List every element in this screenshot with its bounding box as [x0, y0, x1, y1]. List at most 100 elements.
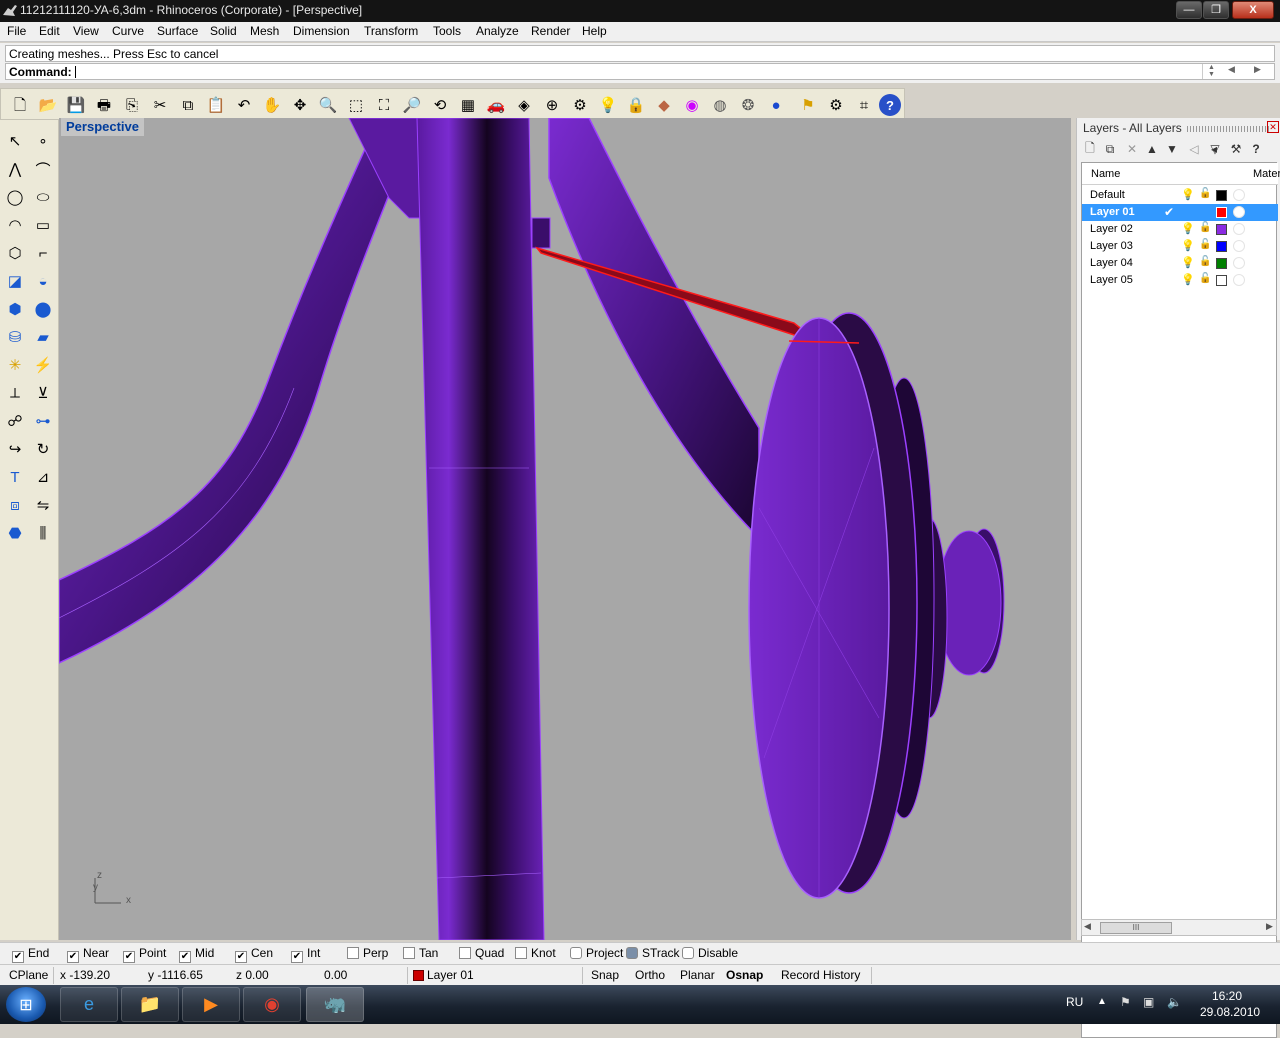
layer-row[interactable]: Default 💡 🔓: [1082, 187, 1278, 204]
mirror-icon[interactable]: ⇋: [31, 493, 55, 517]
boolean-union-icon[interactable]: ⬤: [31, 297, 55, 321]
properties-icon[interactable]: ⚙: [569, 94, 591, 116]
move-parent-icon[interactable]: ◁: [1185, 140, 1203, 158]
perspective-viewport[interactable]: Perspective z y x: [59, 118, 1071, 940]
render-cube-icon[interactable]: ⬣: [3, 521, 27, 545]
paste-icon[interactable]: 📋: [205, 94, 227, 116]
print-icon[interactable]: 🖶: [93, 94, 115, 116]
osnap-int[interactable]: ✔ Int: [291, 946, 320, 963]
open-file-icon[interactable]: 📂: [37, 94, 59, 116]
layer-color-swatch[interactable]: [1216, 207, 1227, 218]
menu-help[interactable]: Help: [582, 24, 607, 38]
layer-color-swatch[interactable]: [1216, 258, 1227, 269]
scroll-left-icon[interactable]: ◀: [1084, 921, 1091, 932]
curve-icon[interactable]: ⌒: [31, 157, 55, 181]
delete-layer-icon[interactable]: ✕: [1123, 140, 1141, 158]
chrome-icon[interactable]: ◉: [243, 987, 301, 1022]
point-icon[interactable]: ∘: [31, 129, 55, 153]
zoom-selected-icon[interactable]: 🔎: [401, 94, 423, 116]
rectangle-icon[interactable]: ▭: [31, 213, 55, 237]
layers-icon[interactable]: ◆: [653, 94, 675, 116]
menu-edit[interactable]: Edit: [39, 24, 60, 38]
scroll-right-icon[interactable]: ▶: [1266, 921, 1273, 932]
menu-tools[interactable]: Tools: [433, 24, 461, 38]
copy-icon[interactable]: ⧉: [177, 94, 199, 116]
osnap-cen[interactable]: ✔ Cen: [235, 946, 273, 963]
new-sublayer-icon[interactable]: ⧉: [1101, 140, 1119, 158]
command-spin-arrows[interactable]: ▲ ▼: [1202, 64, 1220, 79]
import-icon[interactable]: ⎘: [121, 94, 143, 116]
planar-toggle[interactable]: Planar: [680, 968, 715, 982]
menu-dimension[interactable]: Dimension: [293, 24, 350, 38]
unlock-icon[interactable]: 🔓: [1199, 239, 1211, 250]
current-layer-name[interactable]: Layer 01: [427, 968, 474, 982]
trim-icon[interactable]: ⟂: [3, 381, 27, 405]
lock-icon[interactable]: 🔒: [625, 94, 647, 116]
material-icon[interactable]: [1233, 257, 1245, 269]
layer-tools-icon[interactable]: ⚒: [1227, 140, 1245, 158]
menu-analyze[interactable]: Analyze: [476, 24, 519, 38]
ellipse-icon[interactable]: ⬭: [31, 185, 55, 209]
rotate-icon[interactable]: ↻: [31, 437, 55, 461]
unlock-icon[interactable]: 🔓: [1199, 222, 1211, 233]
osnap-quad[interactable]: Quad: [459, 946, 504, 962]
osnap-project[interactable]: Project: [570, 946, 623, 962]
explorer-folder-icon[interactable]: 📁: [121, 987, 179, 1022]
menu-transform[interactable]: Transform: [364, 24, 418, 38]
command-next-icon[interactable]: ▶: [1254, 64, 1261, 75]
menu-render[interactable]: Render: [531, 24, 570, 38]
grid-plane-icon[interactable]: ◈: [513, 94, 535, 116]
layer-row[interactable]: Layer 05 💡 🔓: [1082, 272, 1278, 289]
block-icon[interactable]: ⧈: [3, 493, 27, 517]
material-icon[interactable]: [1233, 240, 1245, 252]
circle-icon[interactable]: ◯: [3, 185, 27, 209]
panel-close-icon[interactable]: ✕: [1267, 121, 1279, 133]
osnap-knot[interactable]: Knot: [515, 946, 556, 962]
material-icon[interactable]: [1233, 274, 1245, 286]
split-icon[interactable]: ⚡: [31, 353, 55, 377]
light-bulb-icon[interactable]: 💡: [1181, 188, 1195, 201]
polygon-icon[interactable]: ⬡: [3, 241, 27, 265]
osnap-tan[interactable]: Tan: [403, 946, 438, 962]
move-down-icon[interactable]: ▼: [1163, 140, 1181, 158]
osnap-point[interactable]: ✔ Point: [123, 946, 166, 963]
toolbar-layout-icon[interactable]: ⌗: [853, 94, 875, 116]
shaded-sphere-icon[interactable]: ❂: [737, 94, 759, 116]
viewport-title[interactable]: Perspective: [61, 118, 144, 136]
network-icon[interactable]: ▣: [1143, 995, 1154, 1009]
move-up-icon[interactable]: ▲: [1143, 140, 1161, 158]
menu-surface[interactable]: Surface: [157, 24, 198, 38]
layer-color-swatch[interactable]: [1216, 190, 1227, 201]
rhino-taskbar-icon[interactable]: 🦏: [306, 987, 364, 1022]
cplane-label[interactable]: CPlane: [9, 968, 48, 982]
clock-time[interactable]: 16:20: [1212, 989, 1242, 1003]
array-icon[interactable]: ⊶: [31, 409, 55, 433]
undo-icon[interactable]: ↶: [233, 94, 255, 116]
media-player-icon[interactable]: ▶: [182, 987, 240, 1022]
light-bulb-icon[interactable]: 💡: [597, 94, 619, 116]
panel-grip[interactable]: [1187, 126, 1269, 132]
start-button[interactable]: ⊞: [6, 987, 46, 1022]
arc-icon[interactable]: ◠: [3, 213, 27, 237]
dimension-icon[interactable]: ⊿: [31, 465, 55, 489]
polyline-icon[interactable]: ⋀: [3, 157, 27, 181]
osnap-near[interactable]: ✔ Near: [67, 946, 109, 963]
snap-target-icon[interactable]: ⊕: [541, 94, 563, 116]
light-bulb-icon[interactable]: 💡: [1181, 239, 1195, 252]
column-material[interactable]: Mater: [1253, 168, 1280, 180]
loft-icon[interactable]: ◒: [31, 269, 55, 293]
command-line[interactable]: Command: ▲ ▼ ◀ ▶: [5, 63, 1275, 80]
cut-icon[interactable]: ✂: [149, 94, 171, 116]
layer-color-swatch[interactable]: [1216, 275, 1227, 286]
menu-view[interactable]: View: [73, 24, 99, 38]
zoom-dynamic-icon[interactable]: 🔍: [317, 94, 339, 116]
options-gear-icon[interactable]: ⚙: [825, 94, 847, 116]
layer-color-swatch[interactable]: [1216, 224, 1227, 235]
light-bulb-icon[interactable]: 💡: [1181, 256, 1195, 269]
box-solid-icon[interactable]: ⬢: [3, 297, 27, 321]
clock-date[interactable]: 29.08.2010: [1200, 1005, 1260, 1019]
explode-icon[interactable]: ✳: [3, 353, 27, 377]
internet-explorer-icon[interactable]: e: [60, 987, 118, 1022]
minimize-button[interactable]: —: [1176, 1, 1202, 19]
light-bulb-icon[interactable]: 💡: [1181, 273, 1195, 286]
